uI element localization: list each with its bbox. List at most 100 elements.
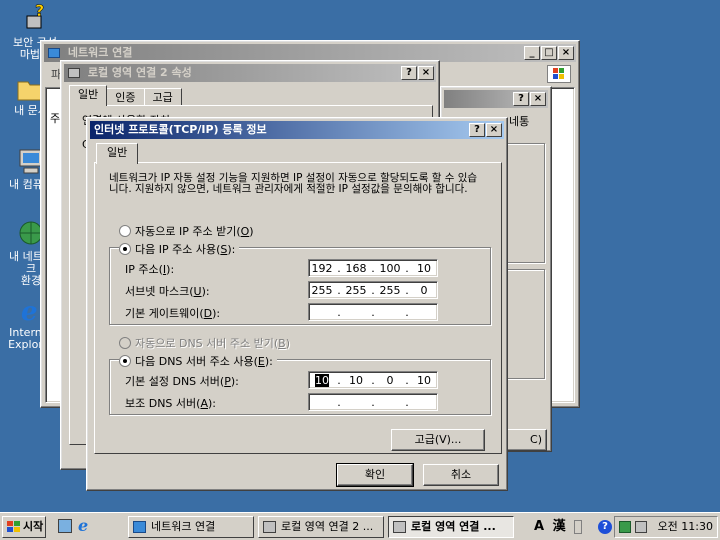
windows-logo-icon — [547, 65, 571, 83]
dns-octet[interactable]: 10 — [343, 374, 369, 387]
start-label: 시작 — [23, 520, 44, 533]
gateway-field[interactable]: . . . — [308, 303, 438, 321]
subnet-octet[interactable]: 255 — [343, 284, 369, 297]
taskbar-item[interactable]: 네트워크 연결 — [128, 516, 254, 538]
help-button[interactable]: ? — [401, 66, 417, 80]
tab-general[interactable]: 일반 — [96, 143, 139, 164]
manual-ip-radio[interactable]: 다음 IP 주소 사용(S): — [119, 241, 240, 257]
dns-octet[interactable]: 10 — [411, 374, 437, 387]
radio-indicator-selected — [119, 243, 131, 255]
alternate-dns-label: 보조 DNS 서버(A): — [125, 397, 216, 410]
advanced-button[interactable]: 고급(V)... — [391, 429, 485, 451]
manual-dns-accesskey: E — [257, 354, 265, 368]
network-icon — [48, 48, 60, 58]
start-button[interactable]: 시작 — [2, 516, 46, 538]
close-button[interactable]: × — [486, 123, 502, 137]
internet-explorer-icon[interactable]: e — [78, 516, 88, 535]
taskbar: 시작 e 네트워크 연결 로컬 영역 연결 2 ... 로컬 영역 연결 ...… — [0, 512, 720, 540]
taskbar-item-active[interactable]: 로컬 영역 연결 ... — [388, 516, 514, 538]
show-desktop-icon[interactable] — [58, 519, 72, 533]
paren-close: ) — [249, 224, 254, 238]
security-wizard-icon: ? — [26, 1, 45, 29]
gateway-label: 기본 게이트웨이(D): — [125, 307, 221, 320]
close-button[interactable]: × — [418, 66, 434, 80]
lan-properties-title: 로컬 영역 연결 2 속성 — [87, 66, 192, 79]
taskbar-item-label: 네트워크 연결 — [151, 520, 216, 533]
radio-indicator-disabled — [119, 337, 131, 349]
tab-advanced[interactable]: 고급 — [143, 88, 182, 106]
radio-indicator — [119, 225, 131, 237]
tcpip-dialog-title: 인터넷 프로토콜(TCP/IP) 등록 정보 — [94, 123, 267, 136]
network-adapter-icon — [393, 521, 406, 533]
colon: : — [269, 354, 273, 368]
minimize-button[interactable]: _ — [524, 46, 540, 60]
manual-ip-accesskey: S — [220, 242, 228, 256]
tab-authentication[interactable]: 인증 — [106, 88, 145, 106]
preferred-dns-label: 기본 설정 DNS 서버(P): — [125, 375, 239, 388]
network-icon — [133, 521, 146, 533]
subnet-octet[interactable]: 255 — [377, 284, 403, 297]
ip-address-label: IP 주소(I): — [125, 263, 175, 276]
status-window-titlebar[interactable]: ? × — [444, 90, 548, 108]
ime-mode-hanja[interactable]: 漢 — [553, 519, 566, 534]
svg-text:?: ? — [35, 4, 44, 20]
network-adapter-icon — [68, 68, 80, 78]
auto-dns-label: 자동으로 DNS 서버 주소 받기( — [135, 337, 279, 350]
taskbar-item[interactable]: 로컬 영역 연결 2 ... — [258, 516, 384, 538]
system-tray: 오전 11:30 — [614, 516, 718, 538]
tab-general[interactable]: 일반 — [69, 85, 108, 106]
colon: : — [231, 242, 236, 256]
network-adapter-icon — [263, 521, 276, 533]
ip-octet[interactable]: 168 — [343, 262, 369, 275]
taskbar-item-label: 로컬 영역 연결 ... — [411, 520, 496, 533]
tcpip-general-panel: 네트워크가 IP 자동 설정 기능을 지원하면 IP 설정이 자동으로 할당되도… — [94, 162, 502, 454]
maximize-button[interactable]: □ — [541, 46, 557, 60]
manual-dns-radio[interactable]: 다음 DNS 서버 주소 사용(E): — [119, 353, 277, 369]
auto-ip-radio[interactable]: 자동으로 IP 주소 받기(O) — [119, 223, 254, 239]
quick-launch: e — [56, 516, 100, 536]
ime-menu-icon[interactable] — [574, 519, 583, 534]
close-button[interactable]: × — [530, 92, 546, 106]
description-text: 네트워크가 IP 자동 설정 기능을 지원하면 IP 설정이 자동으로 할당되도… — [109, 172, 478, 195]
lan-properties-titlebar[interactable]: 로컬 영역 연결 2 속성 ? × — [64, 64, 436, 82]
subnet-mask-field[interactable]: 255. 255. 255. 0 — [308, 281, 438, 299]
alternate-dns-field[interactable]: . . . — [308, 393, 438, 411]
ok-button[interactable]: 확인 — [336, 463, 414, 487]
network-side-letter: 주 — [50, 112, 61, 125]
paren-close: ) — [285, 336, 291, 350]
windows-flag-icon — [7, 521, 20, 532]
network-tray-icon[interactable] — [619, 521, 631, 533]
tcpip-titlebar[interactable]: 인터넷 프로토콜(TCP/IP) 등록 정보 ? × — [90, 121, 504, 139]
dns-octet[interactable]: 10 — [309, 373, 335, 387]
auto-ip-label: 자동으로 IP 주소 받기( — [135, 225, 241, 238]
status-column-header: 네통 — [509, 115, 530, 128]
auto-dns-radio[interactable]: 자동으로 DNS 서버 주소 받기(B) — [119, 335, 290, 351]
subnet-octet[interactable]: 255 — [309, 284, 335, 297]
subnet-octet[interactable]: 0 — [411, 284, 437, 297]
close-button[interactable]: × — [558, 46, 574, 60]
ip-address-field[interactable]: 192. 168. 100. 10 — [308, 259, 438, 277]
help-button[interactable]: ? — [469, 123, 485, 137]
ip-octet[interactable]: 10 — [411, 262, 437, 275]
dns-octet[interactable]: 0 — [377, 374, 403, 387]
manual-dns-label: 다음 DNS 서버 주소 사용( — [135, 355, 258, 368]
selected-octet-text: 10 — [315, 373, 329, 387]
tcpip-properties-dialog[interactable]: 인터넷 프로토콜(TCP/IP) 등록 정보 ? × 일반 네트워크가 IP 자… — [86, 117, 508, 491]
ime-mode-a[interactable]: A — [534, 519, 544, 534]
ip-octet[interactable]: 192 — [309, 262, 335, 275]
help-button[interactable]: ? — [513, 92, 529, 106]
radio-indicator-selected — [119, 355, 131, 367]
taskbar-item-label: 로컬 영역 연결 2 ... — [281, 520, 374, 533]
monitor-tray-icon[interactable] — [635, 521, 647, 533]
manual-ip-label: 다음 IP 주소 사용( — [135, 243, 221, 256]
ime-indicator[interactable]: A 漢 — [528, 518, 588, 536]
auto-ip-accesskey: O — [240, 224, 250, 238]
help-icon[interactable]: ? — [598, 520, 612, 534]
network-window-title: 네트워크 연결 — [67, 46, 133, 59]
tcpip-tabs: 일반 — [96, 143, 139, 164]
clock[interactable]: 오전 11:30 — [658, 517, 713, 537]
preferred-dns-field[interactable]: 10. 10. 0. 10 — [308, 371, 438, 389]
lan-properties-tabs: 일반 인증 고급 — [69, 85, 182, 106]
ip-octet[interactable]: 100 — [377, 262, 403, 275]
cancel-button[interactable]: 취소 — [423, 464, 499, 486]
